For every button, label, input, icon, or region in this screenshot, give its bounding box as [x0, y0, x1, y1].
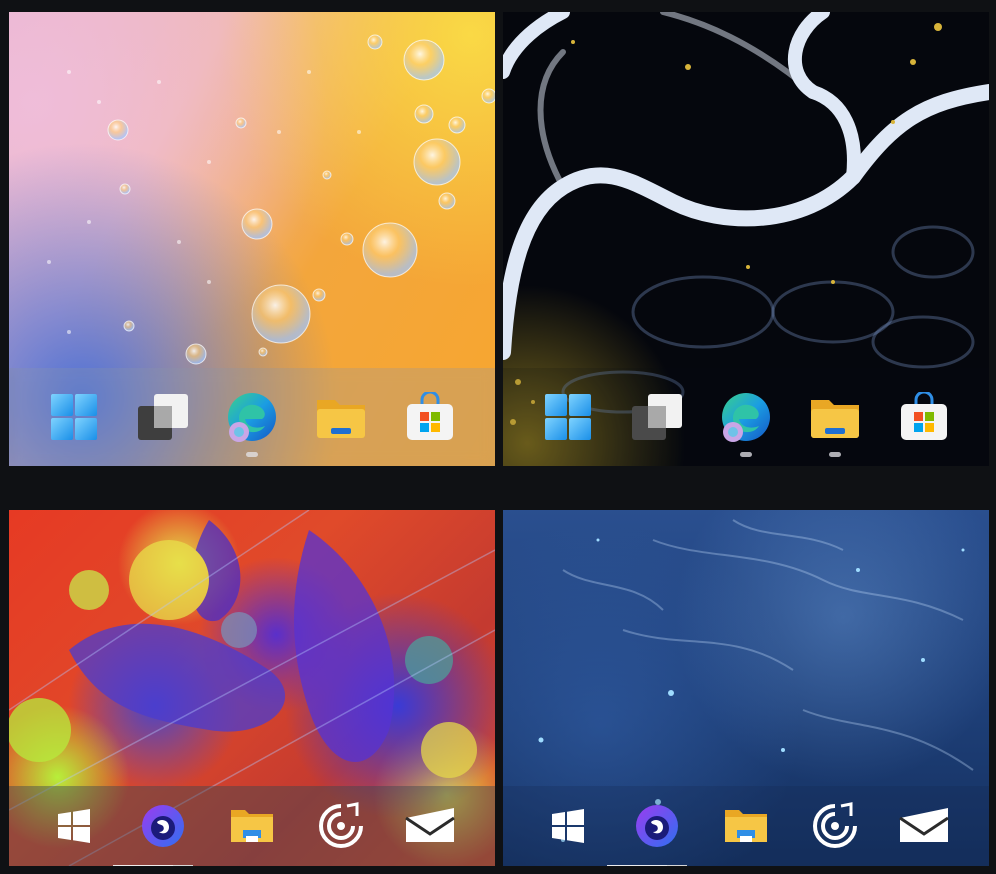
windows-10-start-icon	[57, 809, 90, 843]
preview-tile-space	[503, 510, 989, 866]
file-explorer-button[interactable]	[311, 387, 371, 447]
wallpaper-taskbar-comparison-grid	[0, 0, 996, 874]
start-button[interactable]	[538, 387, 598, 447]
taskbar	[503, 368, 989, 466]
microsoft-store-button[interactable]	[400, 387, 460, 447]
windows-10-start-icon	[551, 809, 584, 843]
groove-music-button[interactable]	[805, 796, 865, 856]
firefox-icon	[141, 805, 184, 847]
file-explorer-icon	[724, 810, 767, 842]
start-button[interactable]	[44, 796, 104, 856]
taskbar	[503, 786, 989, 866]
preview-tile-fluid	[503, 12, 989, 466]
task-view-icon	[631, 394, 682, 440]
file-explorer-icon	[317, 400, 366, 438]
firefox-icon	[635, 805, 678, 847]
running-indicator	[829, 452, 842, 457]
running-indicator-edge	[172, 865, 193, 866]
taskbar	[9, 368, 495, 466]
running-indicator-edge	[666, 865, 687, 866]
groove-music-icon	[319, 802, 364, 848]
mail-icon	[899, 808, 950, 842]
taskbar	[9, 786, 495, 866]
task-view-button[interactable]	[627, 387, 687, 447]
firefox-button[interactable]	[112, 796, 193, 866]
edge-button[interactable]	[716, 387, 776, 457]
microsoft-store-icon	[901, 392, 948, 440]
start-button[interactable]	[538, 796, 598, 856]
edge-button[interactable]	[222, 387, 282, 457]
firefox-button[interactable]	[606, 796, 687, 866]
file-explorer-icon	[230, 810, 273, 842]
file-explorer-button[interactable]	[716, 796, 776, 856]
microsoft-store-button[interactable]	[894, 387, 954, 447]
groove-music-button[interactable]	[311, 796, 371, 856]
running-indicator	[739, 452, 752, 457]
task-view-icon	[137, 394, 188, 440]
file-explorer-button[interactable]	[222, 796, 282, 856]
windows-11-start-icon	[544, 394, 591, 440]
mail-icon	[405, 808, 456, 842]
start-button[interactable]	[44, 387, 104, 447]
edge-icon	[721, 393, 770, 442]
preview-tile-abstract	[9, 510, 495, 866]
mail-button[interactable]	[894, 796, 954, 856]
microsoft-store-icon	[407, 392, 454, 440]
edge-icon	[227, 393, 276, 442]
windows-11-start-icon	[50, 394, 97, 440]
file-explorer-icon	[811, 400, 860, 438]
preview-tile-bubbles	[9, 12, 495, 466]
task-view-button[interactable]	[133, 387, 193, 447]
mail-button[interactable]	[400, 796, 460, 856]
groove-music-icon	[813, 802, 858, 848]
running-indicator	[245, 452, 258, 457]
file-explorer-button[interactable]	[805, 387, 865, 457]
